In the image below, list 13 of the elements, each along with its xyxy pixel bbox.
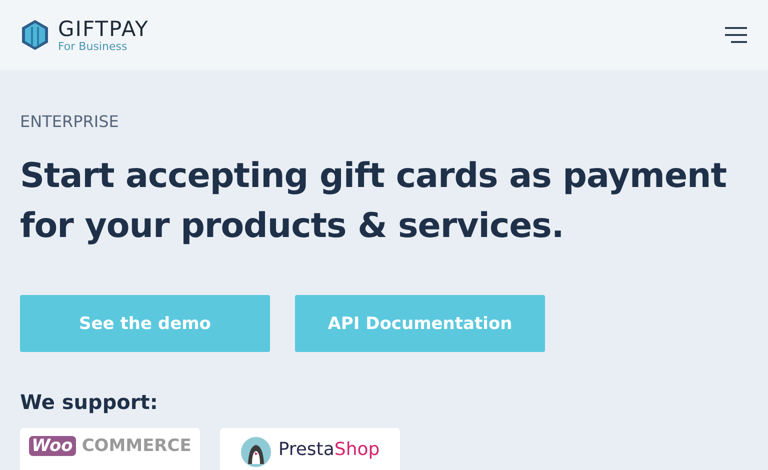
hero-heading: Start accepting gift cards as payment for your products & services. [20,155,728,248]
partner-card[interactable]: Woo COMMERCE [20,428,200,470]
menu-icon[interactable] [725,27,747,43]
logo-text: COMMERCE [82,436,192,456]
penguin-icon [240,436,272,468]
brand-name[interactable]: GIFTPAY [58,18,149,40]
brand-tagline: For Business [58,40,128,52]
support-heading: We support: [20,390,159,414]
cube-logo-icon[interactable] [21,19,49,51]
section-label: ENTERPRISE [20,112,120,131]
woo-badge: Woo [28,436,76,456]
logo-text: PrestaShop [278,439,380,460]
partner-card[interactable]: PrestaShop [220,428,400,470]
